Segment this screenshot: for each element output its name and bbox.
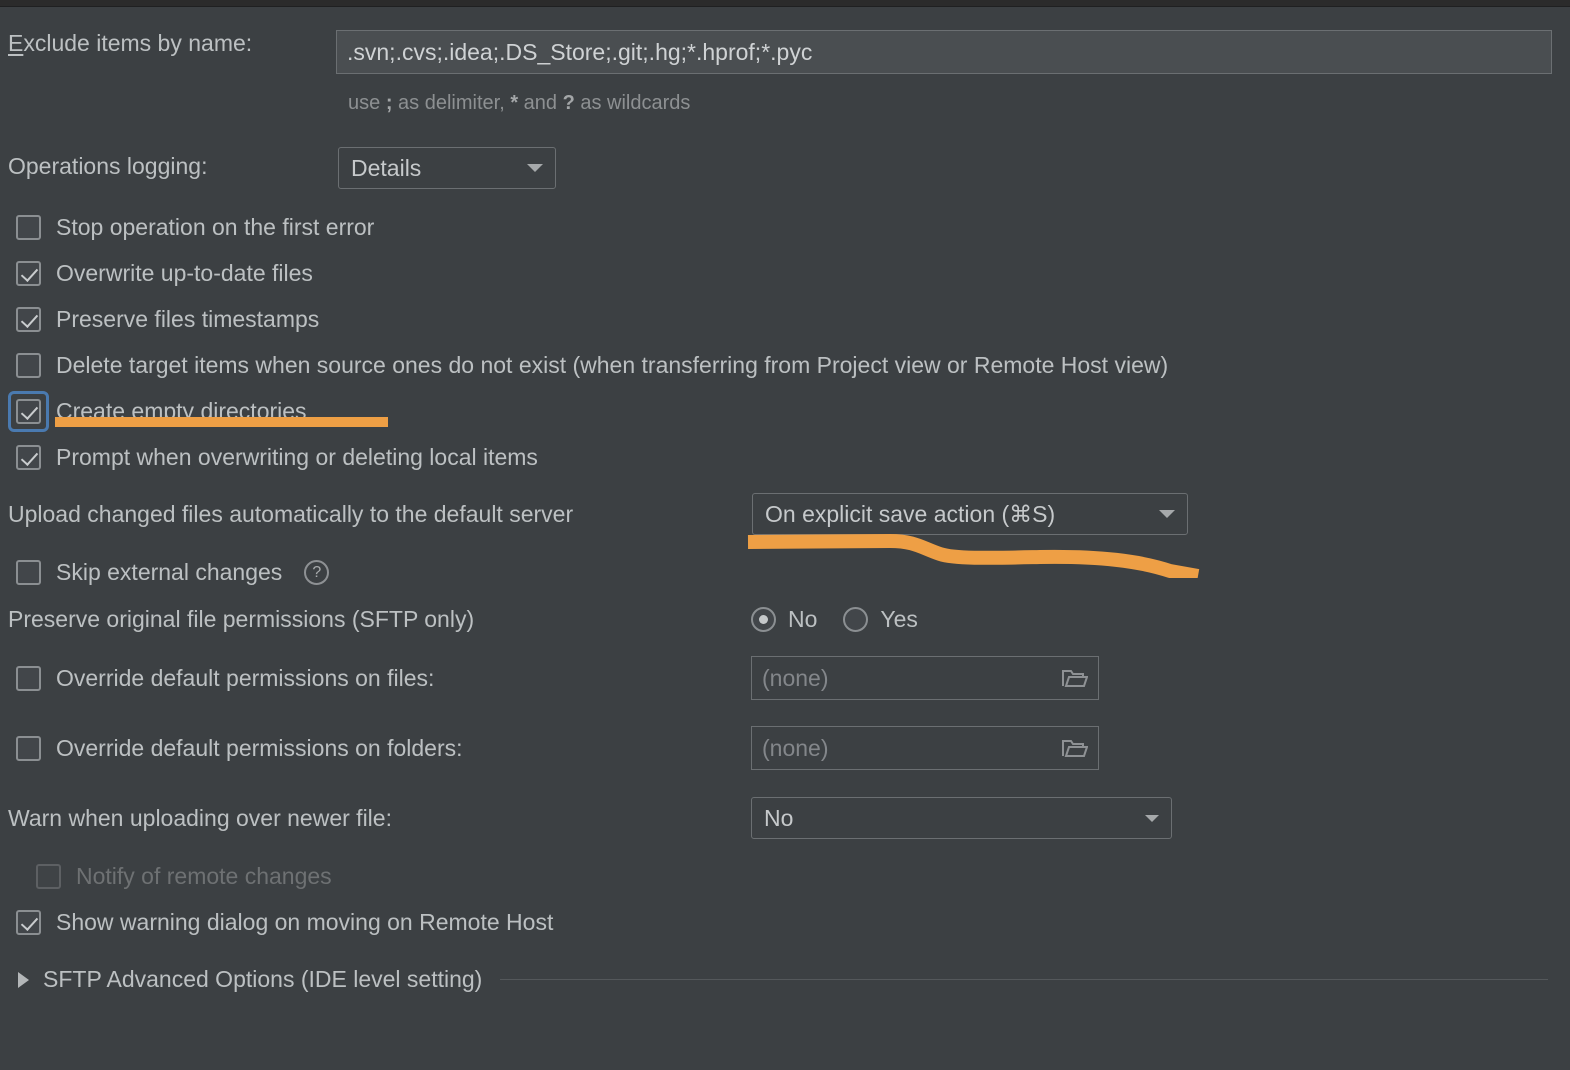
warn-newer-combo[interactable]: No	[751, 797, 1172, 839]
hint-part-2: as delimiter,	[392, 92, 511, 114]
show-warning-move-label: Show warning dialog on moving on Remote …	[56, 909, 554, 935]
hint-part-4: as wildcards	[574, 92, 691, 114]
overwrite-label: Overwrite up-to-date files	[56, 260, 313, 286]
hint-part-3: and	[518, 92, 563, 114]
chevron-down-icon	[1159, 510, 1175, 518]
delete-target-checkbox[interactable]	[16, 353, 41, 378]
chevron-down-icon	[1145, 814, 1159, 822]
deployment-options-panel: Exclude items by name: use ; as delimite…	[0, 8, 1570, 1070]
hint-question-char: ?	[562, 92, 575, 114]
preserve-permissions-label: Preserve original file permissions (SFTP…	[8, 606, 475, 632]
chevron-down-icon	[527, 164, 543, 172]
override-files-field[interactable]: (none)	[751, 656, 1099, 700]
overwrite-checkbox-wrap[interactable]	[16, 261, 41, 286]
help-icon[interactable]: ?	[304, 560, 330, 585]
stop-on-error-row[interactable]: Stop operation on the first error	[16, 214, 374, 241]
create-empty-directories-label: Create empty directories	[56, 398, 307, 424]
sftp-advanced-options-row[interactable]: SFTP Advanced Options (IDE level setting…	[18, 966, 1558, 993]
exclude-items-mnemonic: E	[8, 30, 24, 56]
override-folders-row[interactable]: Override default permissions on folders:	[16, 735, 463, 762]
preserve-permissions-radio-yes[interactable]	[843, 607, 869, 632]
skip-external-checkbox-wrap[interactable]	[16, 560, 41, 585]
exclude-items-input[interactable]	[336, 30, 1552, 74]
skip-external-label: Skip external changes	[56, 559, 283, 585]
hint-part-1: use	[348, 92, 386, 114]
exclude-items-label: Exclude items by name:	[8, 30, 252, 57]
show-warning-move-checkbox[interactable]	[16, 910, 41, 935]
create-empty-directories-checkbox[interactable]	[16, 399, 41, 424]
override-folders-label: Override default permissions on folders:	[56, 735, 463, 761]
window-top-edge	[0, 0, 1570, 7]
warn-newer-label: Warn when uploading over newer file:	[8, 805, 392, 831]
exclude-items-hint: use ; as delimiter, * and ? as wildcards	[348, 92, 690, 115]
override-folders-checkbox[interactable]	[16, 736, 41, 761]
notify-remote-changes-row: Notify of remote changes	[36, 863, 332, 890]
skip-external-changes-row[interactable]: Skip external changes ?	[16, 559, 330, 586]
hint-star-char: *	[510, 92, 519, 114]
notify-remote-label: Notify of remote changes	[76, 863, 332, 889]
notify-remote-checkbox-wrap	[36, 864, 61, 889]
overwrite-up-to-date-row[interactable]: Overwrite up-to-date files	[16, 260, 313, 287]
skip-external-checkbox[interactable]	[16, 560, 41, 585]
override-folders-placeholder: (none)	[762, 734, 829, 761]
prompt-overwriting-row[interactable]: Prompt when overwriting or deleting loca…	[16, 444, 538, 471]
preserve-permissions-yes-label: Yes	[880, 606, 918, 632]
override-files-checkbox[interactable]	[16, 666, 41, 691]
preserve-permissions-radio-no[interactable]	[751, 607, 776, 632]
preserve-timestamps-row[interactable]: Preserve files timestamps	[16, 306, 319, 333]
operations-logging-value: Details	[351, 154, 422, 181]
override-files-row[interactable]: Override default permissions on files:	[16, 665, 434, 692]
exclude-items-label-rest: xclude items by name:	[23, 30, 253, 56]
preserve-timestamps-checkbox[interactable]	[16, 307, 41, 332]
notify-remote-checkbox	[36, 864, 61, 889]
preserve-timestamps-checkbox-wrap[interactable]	[16, 307, 41, 332]
upload-auto-value: On explicit save action (⌘S)	[765, 500, 1056, 527]
override-files-label: Override default permissions on files:	[56, 665, 435, 691]
prompt-overwriting-checkbox-wrap[interactable]	[16, 445, 41, 470]
prompt-overwriting-label: Prompt when overwriting or deleting loca…	[56, 444, 538, 470]
delete-target-checkbox-wrap[interactable]	[16, 353, 41, 378]
operations-logging-label: Operations logging:	[8, 153, 208, 179]
warn-newer-value: No	[764, 804, 794, 831]
prompt-overwriting-checkbox[interactable]	[16, 445, 41, 470]
stop-on-error-label: Stop operation on the first error	[56, 214, 375, 240]
exclude-items-label-group: Exclude items by name:	[8, 30, 252, 57]
overwrite-checkbox[interactable]	[16, 261, 41, 286]
annotation-wavy-underline-upload-dropdown	[747, 534, 1200, 578]
preserve-timestamps-label: Preserve files timestamps	[56, 306, 320, 332]
delete-target-items-row[interactable]: Delete target items when source ones do …	[16, 352, 1168, 379]
operations-logging-combo[interactable]: Details	[338, 147, 556, 189]
override-files-checkbox-wrap[interactable]	[16, 666, 41, 691]
override-folders-checkbox-wrap[interactable]	[16, 736, 41, 761]
override-files-placeholder: (none)	[762, 664, 829, 691]
create-empty-directories-checkbox-wrap[interactable]	[8, 391, 49, 432]
triangle-right-icon[interactable]	[18, 971, 29, 988]
section-separator	[500, 979, 1548, 980]
upload-auto-combo[interactable]: On explicit save action (⌘S)	[752, 493, 1188, 535]
delete-target-label: Delete target items when source ones do …	[56, 352, 1169, 378]
preserve-permissions-radio-group[interactable]: No Yes	[751, 606, 918, 633]
create-empty-directories-row[interactable]: Create empty directories	[8, 391, 307, 432]
folder-icon[interactable]	[1062, 738, 1088, 758]
stop-on-error-checkbox-wrap[interactable]	[16, 215, 41, 240]
override-folders-field[interactable]: (none)	[751, 726, 1099, 770]
show-warning-move-row[interactable]: Show warning dialog on moving on Remote …	[16, 909, 553, 936]
sftp-advanced-options-label: SFTP Advanced Options (IDE level setting…	[43, 966, 483, 992]
folder-icon[interactable]	[1062, 668, 1088, 688]
stop-on-error-checkbox[interactable]	[16, 215, 41, 240]
show-warning-move-checkbox-wrap[interactable]	[16, 910, 41, 935]
preserve-permissions-no-label: No	[788, 606, 818, 632]
upload-auto-label: Upload changed files automatically to th…	[8, 501, 574, 527]
